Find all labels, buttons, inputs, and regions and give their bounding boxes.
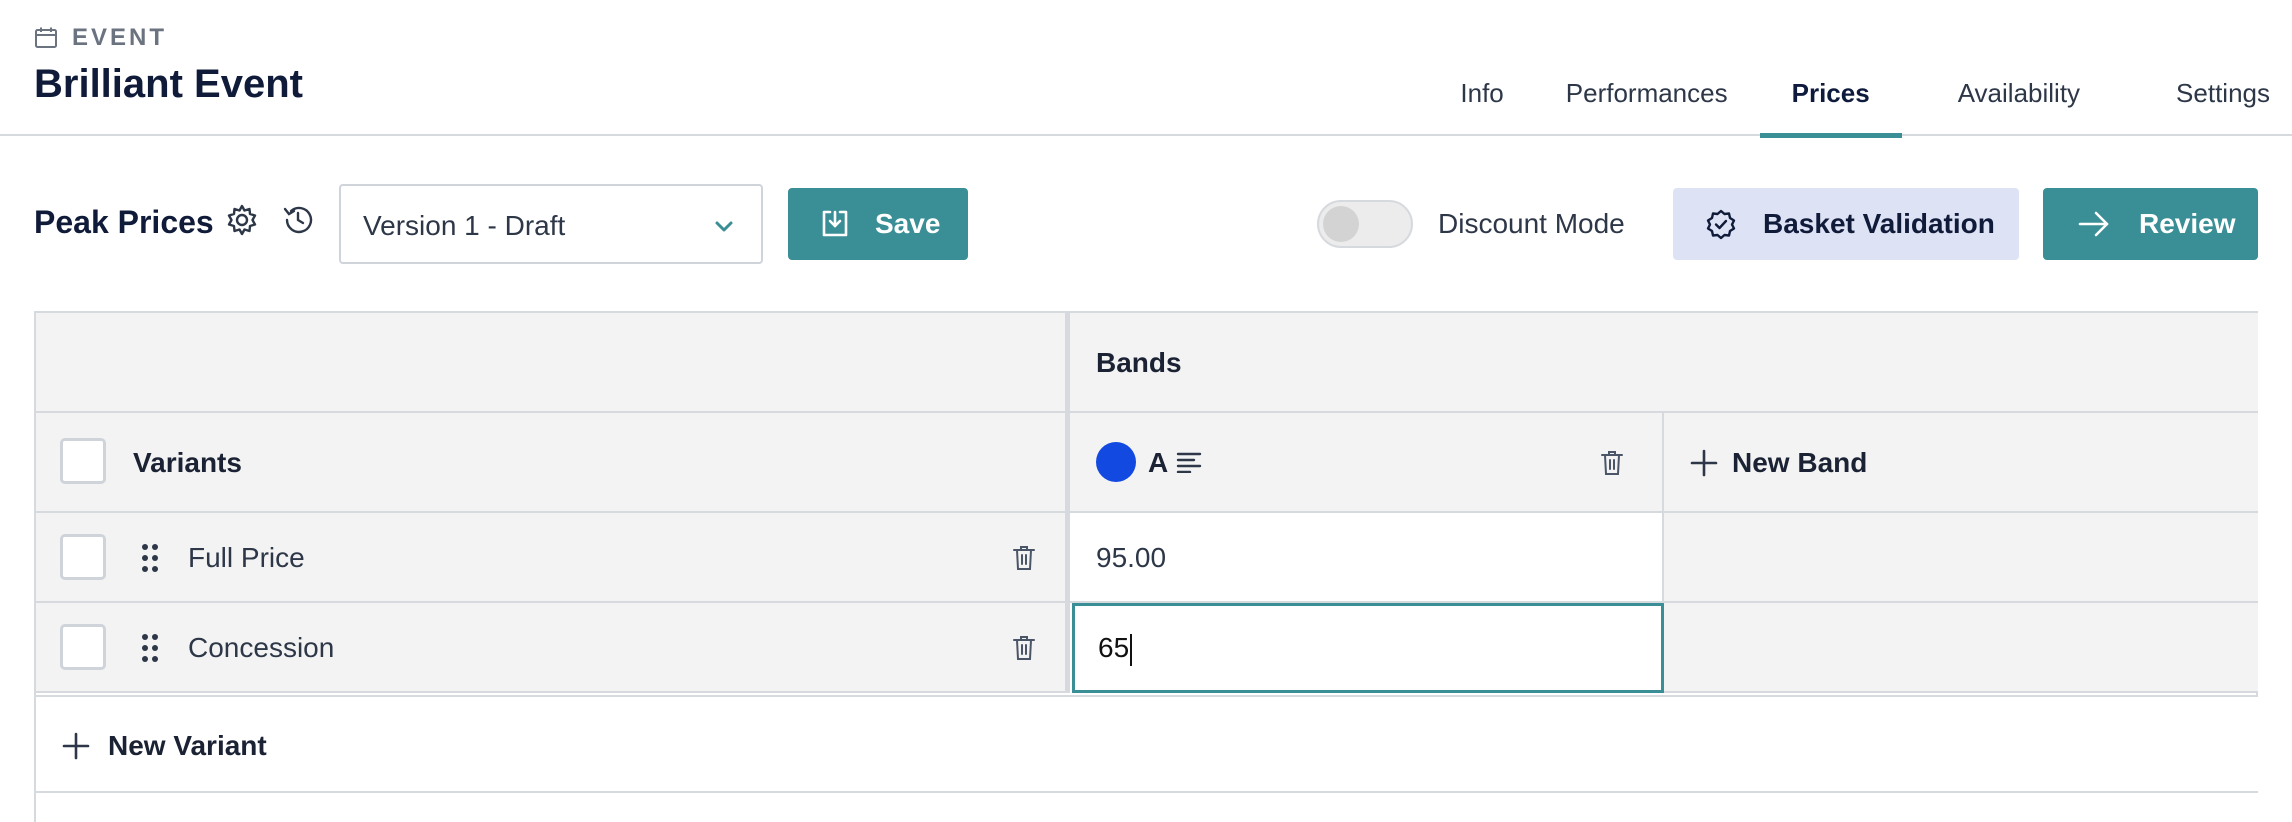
variant-name: Concession: [188, 632, 335, 663]
eyebrow: EVENT: [34, 24, 167, 52]
empty-band-cell: [1664, 513, 2258, 603]
version-select-value: Version 1 - Draft: [363, 210, 566, 241]
drag-handle-icon[interactable]: [140, 543, 160, 573]
empty-band-cell: [1664, 603, 2258, 693]
grid-corner: [36, 313, 1070, 413]
text-caret: [1130, 633, 1133, 666]
tab-prices[interactable]: Prices: [1759, 60, 1902, 138]
new-band-cell[interactable]: New Band: [1664, 413, 2258, 513]
review-button-label: Review: [2139, 208, 2236, 239]
delete-variant-icon[interactable]: [1013, 545, 1035, 571]
review-button[interactable]: Review: [2043, 188, 2258, 260]
variant-name: Full Price: [188, 542, 305, 573]
toggle-knob: [1323, 206, 1359, 242]
band-name: A: [1148, 447, 1169, 478]
badge-check-icon: [1706, 209, 1736, 240]
price-grid: Bands Variants A New Band Full Price 95.…: [34, 311, 2258, 822]
tab-info[interactable]: Info: [1430, 60, 1535, 136]
price-value: 95.00: [1096, 542, 1167, 573]
plus-icon: [1690, 449, 1718, 477]
price-input-concession-a[interactable]: 65: [1072, 603, 1664, 693]
history-icon[interactable]: [280, 202, 316, 238]
page-header: EVENT Brilliant Event Info Performances …: [0, 0, 2292, 138]
page-title: Brilliant Event: [34, 62, 303, 106]
band-header-cell: A: [1070, 413, 1664, 513]
tab-settings[interactable]: Settings: [2128, 60, 2270, 136]
eyebrow-label: EVENT: [72, 24, 168, 51]
gear-icon[interactable]: [224, 202, 260, 238]
band-color-swatch[interactable]: [1096, 442, 1136, 482]
price-input-text: 65: [1098, 632, 1130, 663]
bands-header-cell: Bands: [1070, 313, 2258, 413]
basket-validation-button[interactable]: Basket Validation: [1673, 188, 2019, 260]
drag-handle-icon[interactable]: [140, 633, 160, 663]
variants-header: Variants: [133, 447, 242, 478]
variants-header-cell: Variants: [36, 413, 1070, 513]
align-left-icon[interactable]: [1176, 451, 1202, 473]
tab-availability[interactable]: Availability: [1902, 60, 2128, 136]
chevron-down-icon: [715, 221, 733, 232]
price-input-value: 65: [1098, 632, 1133, 666]
new-variant-row[interactable]: New Variant: [36, 695, 2258, 793]
variant-checkbox[interactable]: [60, 624, 106, 670]
price-toolbar: Peak Prices Version 1 - Draft Save Disco…: [0, 180, 2292, 270]
variant-checkbox[interactable]: [60, 534, 106, 580]
plus-icon: [62, 732, 90, 760]
tab-bar: Info Performances Prices Availability Se…: [1430, 60, 2270, 138]
save-icon: [822, 210, 848, 237]
calendar-icon: [35, 27, 57, 48]
bands-header: Bands: [1096, 347, 1182, 378]
new-variant-label: New Variant: [108, 730, 267, 761]
select-all-checkbox[interactable]: [60, 438, 106, 484]
save-button[interactable]: Save: [788, 188, 968, 260]
tab-performances[interactable]: Performances: [1536, 60, 1760, 136]
arrow-right-icon: [2078, 211, 2109, 237]
variant-row-concession: Concession: [36, 603, 1070, 693]
grid-footer-space: [36, 793, 2258, 822]
variant-row-full-price: Full Price: [36, 513, 1070, 603]
version-select[interactable]: Version 1 - Draft: [339, 184, 763, 264]
new-band-label: New Band: [1732, 447, 1868, 478]
delete-variant-icon[interactable]: [1013, 635, 1035, 661]
basket-validation-label: Basket Validation: [1763, 208, 1995, 239]
save-button-label: Save: [875, 208, 941, 239]
discount-mode-label: Discount Mode: [1438, 208, 1625, 239]
price-cell-full-price-a[interactable]: 95.00: [1070, 513, 1664, 603]
discount-mode-toggle[interactable]: [1317, 200, 1413, 248]
delete-band-icon[interactable]: [1601, 450, 1623, 476]
price-list-title: Peak Prices: [34, 204, 214, 240]
